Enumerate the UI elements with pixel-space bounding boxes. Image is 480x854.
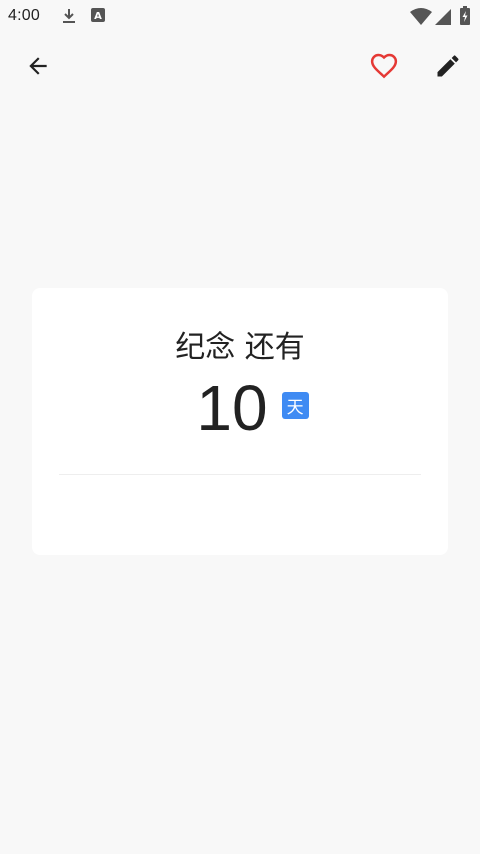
card-divider <box>59 474 421 475</box>
event-title: 纪念 还有 <box>175 330 305 365</box>
status-bar: 4:00 A <box>0 0 480 32</box>
status-time: 4:00 <box>8 7 40 24</box>
count-row: 10 天 <box>32 376 448 440</box>
favorite-button[interactable] <box>364 48 404 88</box>
back-arrow-icon <box>25 53 51 84</box>
day-unit-badge: 天 <box>281 391 309 419</box>
heart-icon <box>369 51 399 86</box>
back-button[interactable] <box>18 48 58 88</box>
a-box-icon: A <box>90 7 106 28</box>
signal-icon <box>434 8 452 31</box>
download-icon <box>60 7 78 30</box>
edit-button[interactable] <box>428 48 468 88</box>
svg-text:A: A <box>94 11 102 22</box>
toolbar <box>0 32 480 102</box>
days-count: 10 <box>196 372 268 444</box>
battery-icon <box>459 6 471 31</box>
wifi-icon <box>410 8 432 31</box>
countdown-card[interactable]: 纪念 还有 10 天 <box>32 288 448 555</box>
pencil-icon <box>434 52 462 85</box>
